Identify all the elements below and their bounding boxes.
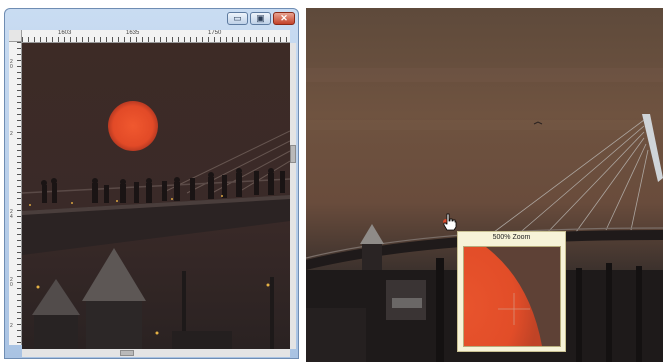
zoom-label: 500% Zoom	[492, 234, 531, 241]
ruler-label: 1603	[58, 30, 72, 36]
sunset-bridge-image	[22, 101, 290, 349]
minimize-icon: ▭	[233, 13, 242, 23]
sun-shape	[108, 101, 158, 151]
maximize-icon: ▣	[256, 13, 265, 23]
ruler-label: 2 4	[10, 209, 13, 220]
horizontal-scroll-thumb[interactable]	[120, 350, 134, 356]
vertical-scroll-thumb[interactable]	[290, 145, 296, 163]
title-bar[interactable]: ▭ ▣ ✕	[5, 9, 298, 29]
image-viewer-window: ▭ ▣ ✕ 1603 1635 1750 2 0 2 2 4 2 0 2	[4, 8, 299, 359]
vertical-ruler: 2 0 2 2 4 2 0 2	[9, 42, 22, 345]
ruler-label: 2 0	[10, 277, 13, 288]
maximize-button[interactable]: ▣	[250, 12, 271, 25]
ruler-label: 1750	[208, 30, 222, 36]
horizontal-scrollbar[interactable]	[22, 349, 290, 357]
horizontal-ruler: 1603 1635 1750	[22, 30, 290, 43]
zoomed-sun-edge	[464, 247, 560, 346]
close-icon: ✕	[280, 13, 288, 23]
ruler-label: 1635	[126, 30, 140, 36]
hand-pointer-icon	[443, 213, 457, 231]
vertical-scrollbar[interactable]	[290, 43, 296, 349]
ruler-label: 2 0	[10, 59, 13, 70]
minimize-button[interactable]: ▭	[227, 12, 248, 25]
ruler-corner	[9, 30, 22, 42]
ruler-label: 2	[10, 131, 13, 137]
zoom-view	[463, 246, 561, 347]
zoom-loupe-popup: 500% Zoom	[457, 231, 566, 352]
image-canvas[interactable]	[22, 43, 290, 349]
ruler-label: 2	[10, 323, 13, 329]
close-button[interactable]: ✕	[273, 12, 295, 25]
